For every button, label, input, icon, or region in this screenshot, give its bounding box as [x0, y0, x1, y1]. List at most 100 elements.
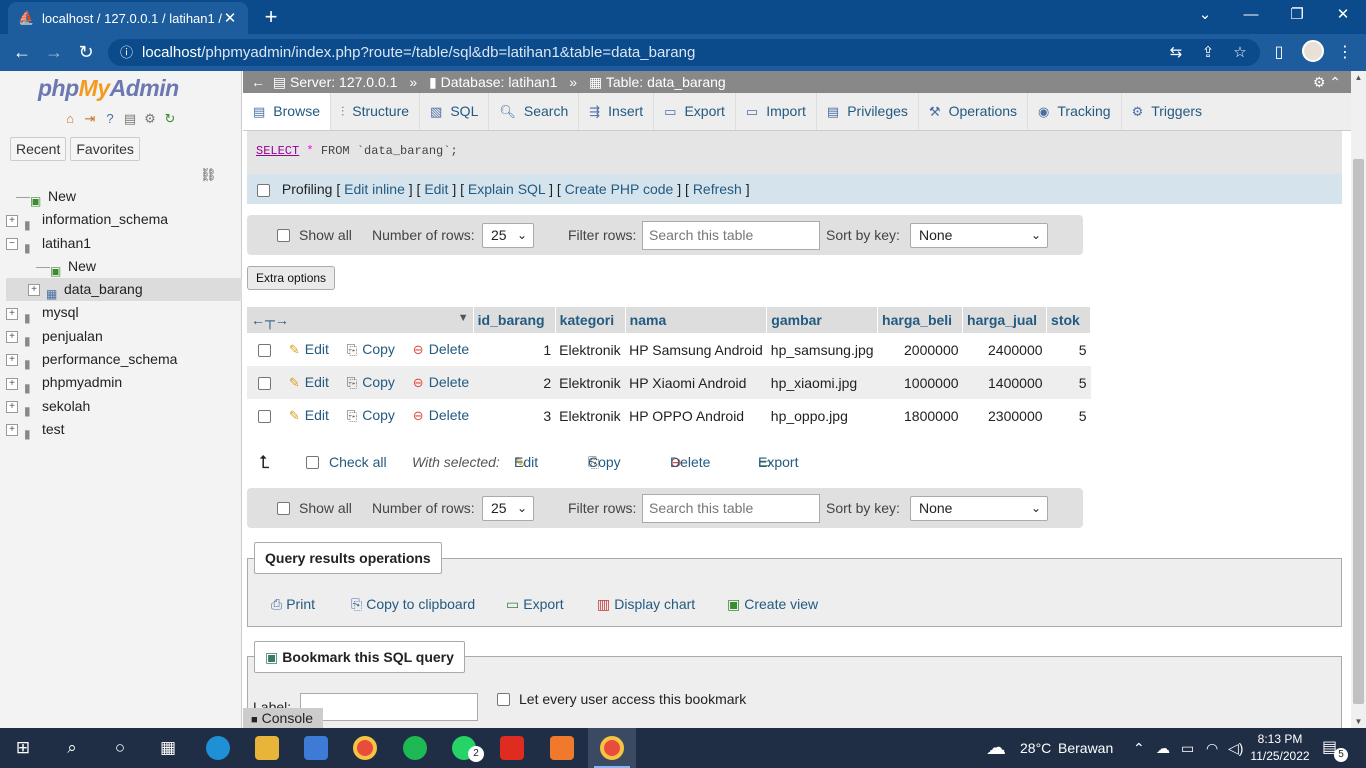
column-header[interactable]: harga_jual: [962, 307, 1048, 333]
create-php-code-link[interactable]: Create PHP code: [565, 181, 674, 197]
cortana-icon[interactable]: ○: [107, 736, 133, 760]
expand-icon[interactable]: +: [6, 354, 18, 367]
notification-icon[interactable]: ▤: [1322, 728, 1337, 768]
tree-table-data-barang[interactable]: + ▦ data_barang: [6, 278, 242, 302]
weather-cloud-icon[interactable]: ☁: [986, 728, 1006, 768]
edit-link[interactable]: Edit: [424, 181, 448, 197]
cell-harga-beli[interactable]: 2000000: [877, 333, 963, 366]
row-delete-link[interactable]: ⊖ Delete: [413, 407, 469, 423]
check-all-checkbox[interactable]: [306, 456, 319, 469]
docs-icon[interactable]: ▤: [122, 111, 138, 127]
row-delete-link[interactable]: ⊖ Delete: [413, 341, 469, 357]
tree-db-latihan1[interactable]: − ▮ latihan1: [6, 232, 242, 255]
side-panel-icon[interactable]: ▯: [1268, 42, 1290, 62]
console-toggle[interactable]: ■ Console: [243, 708, 323, 728]
close-window-button[interactable]: ✕: [1328, 4, 1358, 26]
tab-browse[interactable]: ▤ Browse: [243, 93, 331, 130]
tab-triggers[interactable]: ⚙ Triggers: [1122, 93, 1212, 130]
taskbar-clock[interactable]: 8:13 PM 11/25/2022: [1250, 731, 1310, 765]
profile-avatar[interactable]: [1302, 40, 1324, 62]
breadcrumb-server[interactable]: Server: 127.0.0.1: [290, 74, 397, 90]
edge-icon[interactable]: [206, 736, 230, 760]
sql-query-text[interactable]: SELECT * FROM `data_barang`;: [256, 144, 458, 158]
file-explorer-icon[interactable]: [255, 736, 279, 760]
tree-new-table[interactable]: —▣ New: [6, 255, 242, 278]
create-view-button[interactable]: ▣ Create view: [727, 596, 818, 613]
column-header[interactable]: stok: [1046, 307, 1092, 333]
tree-db-test[interactable]: + ▮ test: [6, 418, 242, 441]
tab-import[interactable]: ▭ Import: [736, 93, 817, 130]
row-delete-link[interactable]: ⊖ Delete: [413, 374, 469, 390]
task-view-icon[interactable]: ▦: [155, 736, 181, 760]
back-button[interactable]: ←: [10, 40, 34, 64]
wifi-icon[interactable]: ◠: [1206, 728, 1218, 768]
sort-by-key-select[interactable]: None ⌄: [910, 223, 1048, 248]
scrollbar-thumb[interactable]: [1353, 159, 1364, 704]
expand-icon[interactable]: +: [28, 284, 40, 297]
column-header[interactable]: kategori: [555, 307, 626, 333]
chrome-icon[interactable]: [353, 736, 377, 760]
tab-privileges[interactable]: ▤ Privileges: [817, 93, 919, 130]
acrobat-icon[interactable]: [500, 736, 524, 760]
tree-db-sekolah[interactable]: + ▮ sekolah: [6, 395, 242, 418]
tree-db-penjualan[interactable]: + ▮ penjualan: [6, 325, 242, 348]
tree-db-mysql[interactable]: + ▮ mysql: [6, 301, 242, 325]
row-copy-link[interactable]: ⎘ Copy: [347, 374, 395, 390]
bookmark-label-input[interactable]: [300, 693, 478, 721]
settings-gear-icon[interactable]: ⚙ ⌃: [1313, 71, 1341, 93]
refresh-link[interactable]: Refresh: [693, 181, 742, 197]
battery-icon[interactable]: ▭: [1181, 728, 1194, 768]
row-checkbox[interactable]: [258, 376, 271, 390]
tab-search[interactable]: 🔍︎ Search: [489, 93, 580, 130]
expand-icon[interactable]: +: [6, 400, 18, 413]
help-icon[interactable]: ?: [102, 111, 118, 127]
minimize-button[interactable]: —: [1236, 4, 1266, 26]
tree-db-information-schema[interactable]: + ▮ information_schema: [6, 208, 242, 232]
cell-kategori[interactable]: Elektronik: [555, 333, 626, 366]
row-copy-link[interactable]: ⎘ Copy: [347, 407, 395, 423]
expand-icon[interactable]: +: [6, 331, 18, 344]
favorites-button[interactable]: Favorites: [70, 137, 140, 161]
breadcrumb-database[interactable]: Database: latihan1: [441, 74, 558, 90]
column-arrows-header[interactable]: ←┬→ ▼: [247, 307, 474, 333]
expand-icon[interactable]: +: [6, 307, 18, 320]
export-button[interactable]: ▭ Export: [506, 596, 564, 613]
scroll-down-icon[interactable]: ▼: [1351, 717, 1366, 726]
forward-button[interactable]: →: [42, 40, 66, 64]
search-icon[interactable]: ⌕: [59, 736, 85, 760]
cell-stok[interactable]: 5: [1046, 399, 1091, 432]
collapse-icon[interactable]: −: [6, 237, 18, 250]
cell-kategori[interactable]: Elektronik: [555, 399, 626, 432]
tab-export[interactable]: ▭ Export: [654, 93, 736, 130]
onedrive-icon[interactable]: ☁: [1156, 728, 1170, 768]
microsoft-store-icon[interactable]: [304, 736, 328, 760]
restore-button[interactable]: ❐: [1282, 4, 1312, 26]
check-all-label[interactable]: Check all: [329, 449, 387, 475]
site-info-icon[interactable]: ⓘ: [120, 39, 133, 66]
row-copy-link[interactable]: ⎘ Copy: [347, 341, 395, 357]
tab-search-icon[interactable]: ⌄: [1190, 4, 1220, 26]
cell-stok[interactable]: 5: [1046, 366, 1091, 399]
reload-button[interactable]: ↻: [74, 40, 98, 64]
cell-kategori[interactable]: Elektronik: [555, 366, 626, 399]
url-input[interactable]: ⓘ localhost/phpmyadmin/index.php?route=/…: [108, 39, 1260, 66]
cell-harga-jual[interactable]: 2300000: [962, 399, 1047, 432]
display-chart-button[interactable]: ▥ Display chart: [597, 596, 695, 613]
column-header[interactable]: nama: [625, 307, 768, 333]
row-edit-link[interactable]: ✎ Edit: [289, 341, 329, 357]
cell-harga-beli[interactable]: 1800000: [877, 399, 963, 432]
page-scrollbar[interactable]: ▲ ▼: [1351, 71, 1366, 728]
tree-db-performance-schema[interactable]: + ▮ performance_schema: [6, 348, 242, 371]
link-with-main-panel-icon[interactable]: ⛓: [200, 167, 217, 183]
row-checkbox[interactable]: [258, 409, 271, 423]
cell-nama[interactable]: HP Xiaomi Android: [625, 366, 767, 399]
tab-sql[interactable]: ▧ SQL: [420, 93, 490, 130]
cell-nama[interactable]: HP OPPO Android: [625, 399, 767, 432]
filter-rows-input[interactable]: Search this table: [642, 494, 820, 523]
show-all-checkbox[interactable]: [277, 502, 290, 515]
every-user-checkbox[interactable]: [497, 693, 510, 706]
recent-button[interactable]: Recent: [10, 137, 67, 161]
show-hidden-icons-icon[interactable]: ⌃: [1133, 728, 1145, 768]
weather-text[interactable]: Berawan: [1058, 728, 1113, 768]
scroll-up-icon[interactable]: ▲: [1351, 73, 1366, 82]
